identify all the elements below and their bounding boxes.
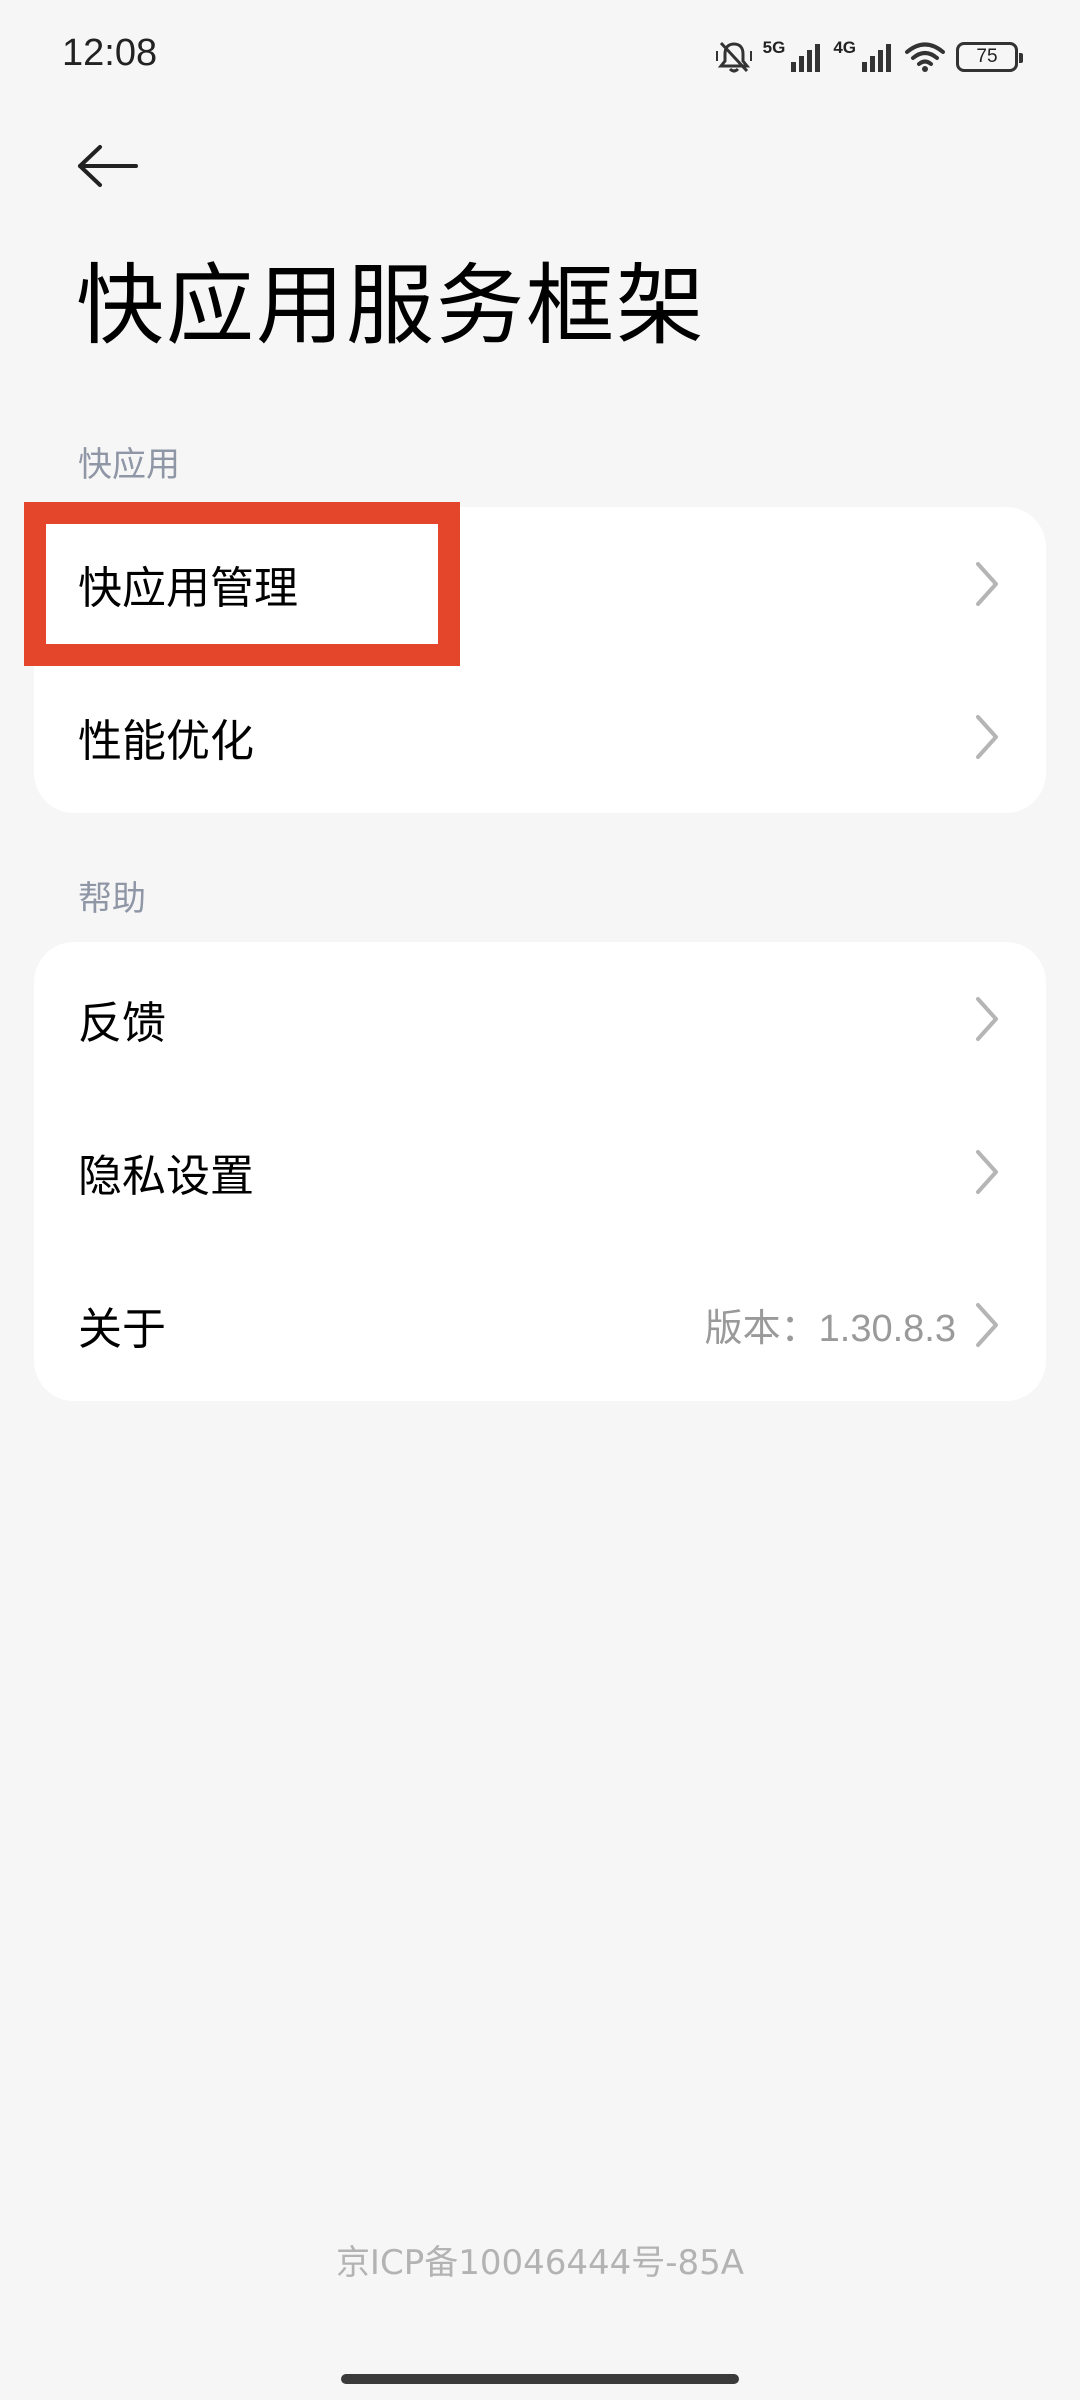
section-header-help: 帮助	[78, 879, 146, 919]
item-label: 反馈	[78, 997, 166, 1049]
home-indicator[interactable]	[341, 2374, 739, 2384]
feedback-item[interactable]: 反馈	[34, 942, 1046, 1095]
chevron-right-icon	[976, 1149, 998, 1194]
section-header-quick-app: 快应用	[78, 445, 180, 485]
chevron-right-icon	[976, 714, 998, 759]
network-type-1: 5G	[762, 38, 786, 57]
status-bar: 12:08 5G 4G 75	[0, 0, 1080, 110]
network-type-2: 4G	[833, 38, 856, 57]
page-title: 快应用服务框架	[76, 254, 707, 357]
status-icons: 5G 4G 75	[715, 34, 1023, 80]
mute-icon	[715, 39, 753, 75]
arrow-left-icon	[76, 144, 140, 192]
chevron-right-icon	[976, 996, 998, 1041]
battery-icon: 75	[956, 42, 1023, 72]
item-label: 性能优化	[78, 715, 254, 767]
signal-icon	[860, 42, 894, 72]
signal-icon	[789, 42, 823, 72]
item-label: 关于	[78, 1303, 166, 1355]
screen: 12:08 5G 4G 75 快应用服务框架 快应用 快应用管理 性能优化 帮助…	[0, 0, 1080, 2400]
wifi-icon	[904, 41, 946, 73]
back-button[interactable]	[70, 135, 145, 200]
performance-optimization-item[interactable]: 性能优化	[34, 660, 1046, 813]
status-time: 12:08	[62, 32, 158, 74]
icp-license-text: 京ICP备10046444号-85A	[335, 2243, 745, 2283]
item-label: 隐私设置	[78, 1150, 254, 1202]
settings-card-quick-app: 快应用管理 性能优化	[34, 507, 1046, 813]
item-label: 快应用管理	[78, 562, 298, 614]
quick-app-management-item[interactable]: 快应用管理	[34, 507, 1046, 660]
version-value: 版本：1.30.8.3	[704, 1308, 956, 1350]
settings-card-help: 反馈 隐私设置 关于 版本：1.30.8.3	[34, 942, 1046, 1401]
chevron-right-icon	[976, 1302, 998, 1347]
chevron-right-icon	[976, 561, 998, 606]
about-item[interactable]: 关于 版本：1.30.8.3	[34, 1248, 1046, 1401]
privacy-settings-item[interactable]: 隐私设置	[34, 1095, 1046, 1248]
